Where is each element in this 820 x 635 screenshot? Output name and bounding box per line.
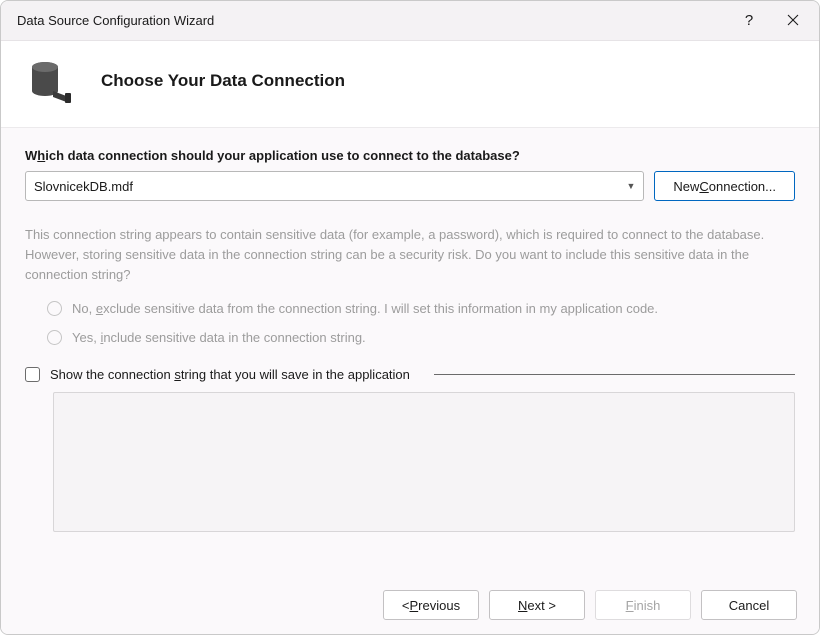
finish-button: Finish — [595, 590, 691, 620]
exclude-sensitive-radio: No, exclude sensitive data from the conn… — [47, 301, 795, 316]
window-title: Data Source Configuration Wizard — [17, 13, 727, 28]
show-connection-string-label: Show the connection string that you will… — [50, 367, 410, 382]
sensitive-radio-group: No, exclude sensitive data from the conn… — [47, 301, 795, 345]
help-button[interactable]: ? — [727, 1, 771, 41]
page-title: Choose Your Data Connection — [101, 71, 345, 91]
previous-button[interactable]: < Previous — [383, 590, 479, 620]
exclude-sensitive-label: No, exclude sensitive data from the conn… — [72, 301, 658, 316]
radio-icon — [47, 301, 62, 316]
close-button[interactable] — [771, 1, 815, 41]
wizard-footer: < Previous Next > Finish Cancel — [1, 576, 819, 634]
cancel-button[interactable]: Cancel — [701, 590, 797, 620]
wizard-window: Data Source Configuration Wizard ? Choos… — [0, 0, 820, 635]
close-icon — [787, 13, 799, 29]
database-icon — [25, 57, 73, 105]
new-connection-button[interactable]: New Connection... — [654, 171, 795, 201]
next-button[interactable]: Next > — [489, 590, 585, 620]
connection-row: SlovnicekDB.mdf ▼ New Connection... — [25, 171, 795, 201]
divider — [434, 374, 795, 375]
connection-combobox[interactable]: SlovnicekDB.mdf ▼ — [25, 171, 644, 201]
sensitive-data-info: This connection string appears to contai… — [25, 225, 795, 285]
connection-string-box — [53, 392, 795, 532]
connection-selected-value: SlovnicekDB.mdf — [34, 179, 620, 194]
titlebar: Data Source Configuration Wizard ? — [1, 1, 819, 41]
connection-prompt-label: Which data connection should your applic… — [25, 148, 795, 163]
show-connection-string-checkbox[interactable] — [25, 367, 40, 382]
chevron-down-icon: ▼ — [626, 181, 635, 191]
show-connection-string-row: Show the connection string that you will… — [25, 367, 795, 382]
include-sensitive-label: Yes, include sensitive data in the conne… — [72, 330, 366, 345]
wizard-content: Which data connection should your applic… — [1, 128, 819, 576]
radio-icon — [47, 330, 62, 345]
wizard-header: Choose Your Data Connection — [1, 41, 819, 128]
include-sensitive-radio: Yes, include sensitive data in the conne… — [47, 330, 795, 345]
